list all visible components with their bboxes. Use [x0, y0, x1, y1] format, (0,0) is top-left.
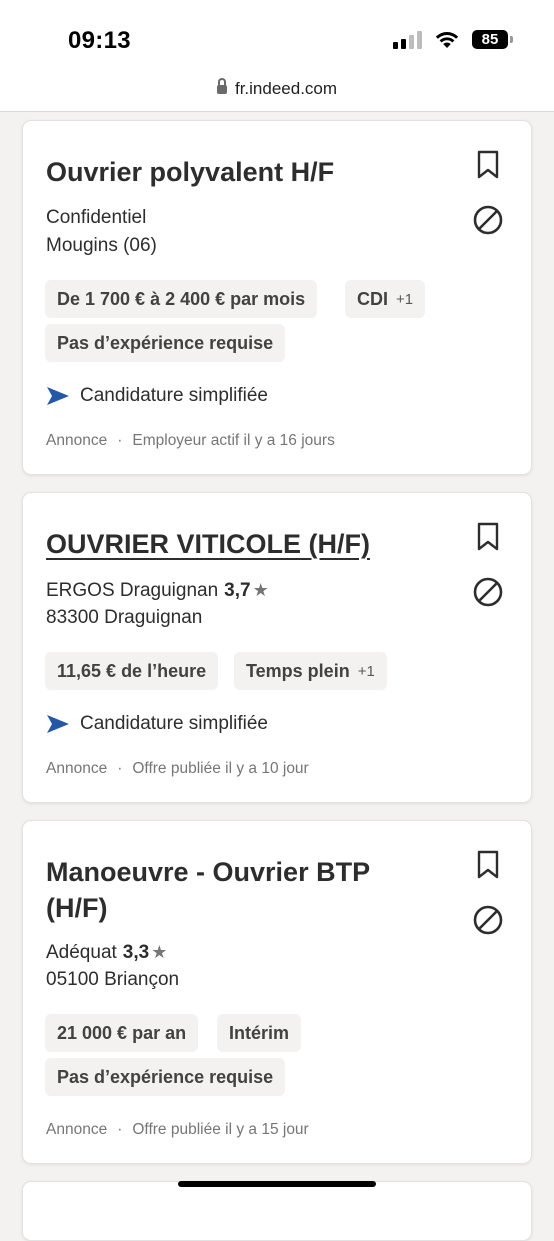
easy-apply-label: Candidature simplifiée [80, 713, 268, 734]
signal-icon [393, 30, 422, 49]
posted-info: Offre publiée il y a 15 jour [132, 1121, 309, 1138]
tag-label: Intérim [229, 1022, 290, 1043]
ad-label: Annonce [46, 760, 108, 777]
job-footer: Annonce · Offre publiée il y a 15 jour [46, 1121, 309, 1139]
tag-label: 21 000 € par an [57, 1022, 187, 1043]
home-indicator[interactable] [178, 1181, 376, 1187]
job-location: Mougins (06) [46, 235, 157, 256]
job-card[interactable]: OUVRIER VITICOLE (H/F) ERGOS Draguignan 3… [22, 492, 532, 803]
salary-tag: 21 000 € par an [45, 1014, 199, 1052]
job-title[interactable]: Manoeuvre - Ouvrier BTP (H/F) [46, 854, 406, 926]
separator: · [117, 432, 123, 449]
ad-label: Annonce [46, 1121, 108, 1138]
job-location: 05100 Briançon [46, 969, 180, 990]
experience-tag: Pas d’expérience requise [45, 1058, 286, 1096]
tag-more[interactable]: +1 [358, 663, 375, 680]
send-arrow-icon [47, 715, 69, 733]
company-name[interactable]: ERGOS Draguignan 3,7 ★ [46, 577, 269, 604]
battery-level: 85 [481, 31, 499, 48]
job-footer: Annonce · Offre publiée il y a 10 jour [46, 760, 309, 778]
company-label[interactable]: ERGOS Draguignan [46, 580, 218, 601]
separator: · [117, 760, 123, 777]
bookmark-icon[interactable] [471, 148, 505, 182]
star-icon: ★ [252, 580, 269, 600]
tag-label: Pas d’expérience requise [57, 332, 274, 353]
separator: · [117, 1121, 123, 1138]
contract-tag: Intérim [217, 1014, 302, 1052]
wifi-icon [435, 32, 459, 48]
address-bar[interactable]: fr.indeed.com [0, 66, 554, 112]
job-footer: Annonce · Employeur actif il y a 16 jour… [46, 432, 335, 450]
posted-info: Offre publiée il y a 10 jour [132, 760, 309, 777]
tag-label: CDI [357, 288, 388, 309]
url-text[interactable]: fr.indeed.com [235, 79, 337, 99]
easy-apply: Candidature simplifiée [46, 713, 268, 735]
bookmark-icon[interactable] [471, 848, 505, 882]
bookmark-icon[interactable] [471, 520, 505, 554]
status-bar: 09:13 85 [0, 0, 554, 66]
job-card[interactable]: Manoeuvre - Ouvrier BTP (H/F) Adéquat 3,3… [22, 820, 532, 1164]
schedule-tag[interactable]: Temps plein +1 [234, 652, 387, 690]
job-title[interactable]: OUVRIER VITICOLE (H/F) [46, 526, 426, 562]
tag-more[interactable]: +1 [396, 291, 413, 308]
job-title[interactable]: Ouvrier polyvalent H/F [46, 154, 426, 190]
company-rating: 3,7 [224, 580, 251, 601]
status-icons: 85 [393, 30, 513, 49]
job-card[interactable] [22, 1181, 532, 1241]
ad-label: Annonce [46, 432, 108, 449]
status-time: 09:13 [68, 27, 131, 54]
battery-icon: 85 [472, 30, 513, 49]
company-rating: 3,3 [122, 942, 150, 963]
salary-tag: 11,65 € de l’heure [45, 652, 219, 690]
experience-tag: Pas d’expérience requise [45, 324, 286, 362]
not-interested-icon[interactable] [471, 203, 505, 237]
tag-label: Temps plein [246, 660, 350, 681]
tag-label: Pas d’expérience requise [57, 1066, 274, 1087]
not-interested-icon[interactable] [471, 903, 505, 937]
tag-label: 11,65 € de l’heure [57, 660, 207, 681]
tag-label: De 1 700 € à 2 400 € par mois [57, 288, 306, 309]
company-name: Confidentiel [46, 205, 146, 231]
company-label: Confidentiel [46, 207, 147, 228]
lock-icon [216, 78, 227, 96]
star-icon: ★ [151, 942, 168, 962]
not-interested-icon[interactable] [471, 575, 505, 609]
send-arrow-icon [47, 387, 69, 405]
posted-info: Employeur actif il y a 16 jours [132, 432, 335, 449]
company-name[interactable]: Adéquat 3,3 ★ [46, 939, 167, 966]
salary-tag: De 1 700 € à 2 400 € par mois [45, 280, 318, 318]
company-label[interactable]: Adéquat [46, 942, 117, 963]
job-card[interactable]: Ouvrier polyvalent H/F Confidentiel Moug… [22, 120, 532, 475]
easy-apply: Candidature simplifiée [46, 385, 268, 407]
job-location: 83300 Draguignan [46, 607, 203, 628]
contract-tag[interactable]: CDI +1 [345, 280, 426, 318]
easy-apply-label: Candidature simplifiée [80, 385, 268, 406]
